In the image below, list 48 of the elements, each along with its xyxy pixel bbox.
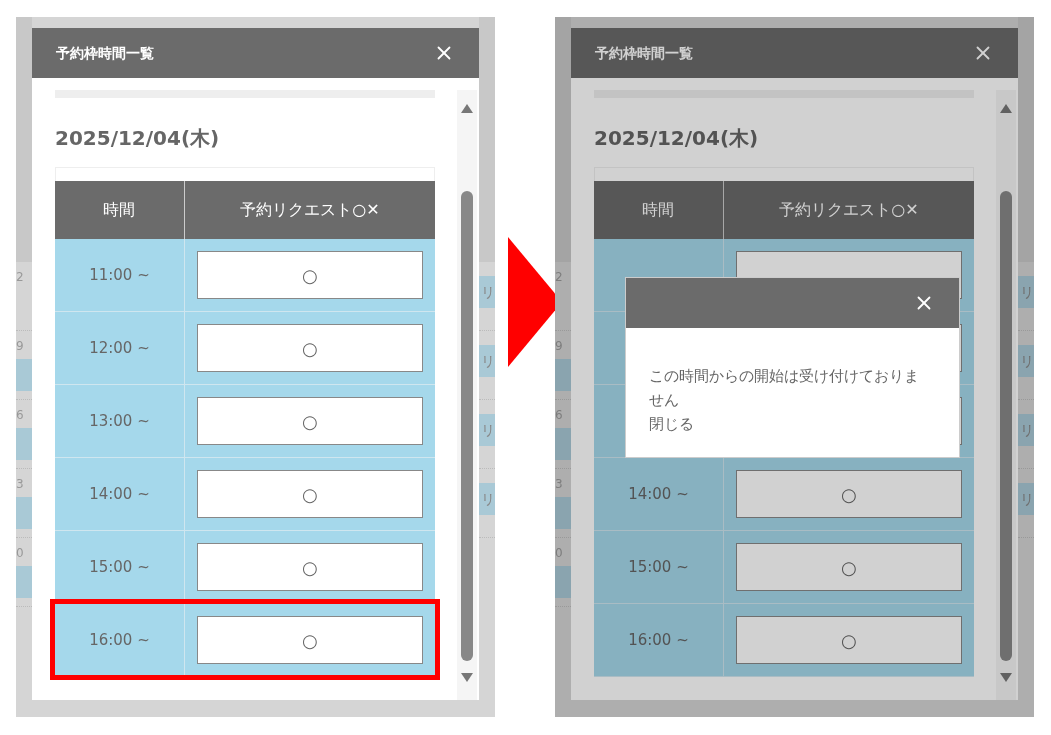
time-label: 14:00 ~ bbox=[628, 483, 689, 505]
scrollbar[interactable] bbox=[995, 90, 1016, 700]
scrollbar[interactable] bbox=[456, 90, 477, 700]
status-tag: リ bbox=[479, 414, 495, 446]
request-button[interactable]: ○ bbox=[196, 616, 423, 664]
column-header: 予約リクエスト○✕ bbox=[778, 199, 920, 221]
request-button[interactable]: ○ bbox=[196, 543, 423, 591]
status-tag: リ bbox=[1018, 414, 1034, 446]
request-button[interactable]: ○ bbox=[196, 324, 423, 372]
scroll-down-icon[interactable] bbox=[999, 673, 1012, 682]
cell-number: 0 bbox=[16, 546, 24, 560]
arrow-icon bbox=[508, 237, 555, 367]
time-label: 11:00 ~ bbox=[89, 264, 150, 286]
dialog-message: この時間からの開始は受け付けておりません bbox=[649, 366, 920, 411]
status-tag: リ bbox=[479, 276, 495, 308]
date-heading: 2025/12/04(木) bbox=[54, 125, 220, 152]
time-label: 16:00 ~ bbox=[89, 629, 150, 651]
modal-title: 予約枠時間一覧 bbox=[55, 43, 154, 63]
cell-number: 2 bbox=[16, 270, 24, 284]
cell-number: 9 bbox=[16, 339, 24, 353]
status-tag: リ bbox=[479, 345, 495, 377]
time-label: 15:00 ~ bbox=[628, 556, 689, 578]
status-tag: リ bbox=[1018, 483, 1034, 515]
time-label: 14:00 ~ bbox=[89, 483, 150, 505]
time-label: 13:00 ~ bbox=[89, 410, 150, 432]
close-link[interactable]: 閉じる bbox=[649, 412, 694, 436]
column-header: 予約リクエスト○✕ bbox=[239, 199, 381, 221]
status-tag: リ bbox=[479, 483, 495, 515]
status-tag: リ bbox=[1018, 276, 1034, 308]
request-button[interactable]: ○ bbox=[196, 251, 423, 299]
time-label: 16:00 ~ bbox=[628, 629, 689, 651]
scroll-down-icon[interactable] bbox=[460, 673, 473, 682]
modal-title: 予約枠時間一覧 bbox=[594, 43, 693, 63]
time-label: 15:00 ~ bbox=[89, 556, 150, 578]
time-label: 12:00 ~ bbox=[89, 337, 150, 359]
date-heading: 2025/12/04(木) bbox=[593, 125, 759, 152]
request-button[interactable]: ○ bbox=[735, 543, 962, 591]
scroll-up-icon[interactable] bbox=[999, 104, 1012, 113]
scroll-up-icon[interactable] bbox=[460, 104, 473, 113]
request-button[interactable]: ○ bbox=[735, 470, 962, 518]
cell-number: 6 bbox=[16, 408, 24, 422]
request-button[interactable]: ○ bbox=[196, 470, 423, 518]
scroll-thumb[interactable] bbox=[999, 191, 1012, 661]
request-button[interactable]: ○ bbox=[196, 397, 423, 445]
scroll-thumb[interactable] bbox=[460, 191, 473, 661]
cell-number: 3 bbox=[16, 477, 24, 491]
request-button[interactable]: ○ bbox=[735, 616, 962, 664]
status-tag: リ bbox=[1018, 345, 1034, 377]
